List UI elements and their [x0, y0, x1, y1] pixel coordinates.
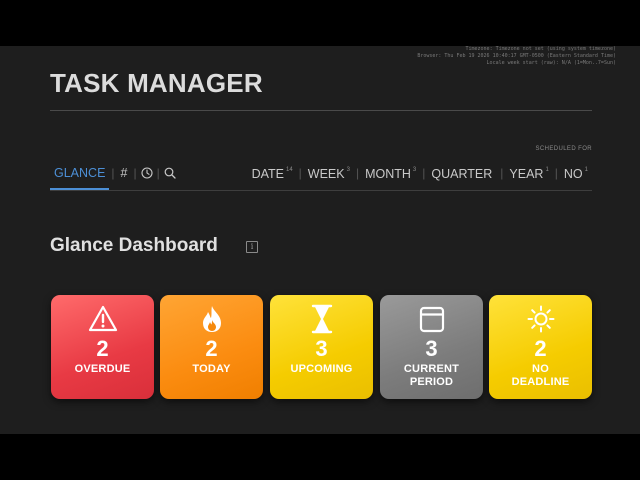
debug-line: Locale week start (raw): N/A (1=Mon..7=S… [486, 60, 616, 66]
summary-cards: 2 OVERDUE 2 TODAY 3 UPCOMING 3 CURRENT P… [51, 295, 593, 399]
current-period-label: CURRENT PERIOD [380, 363, 483, 389]
tab-date-count: 14 [285, 166, 293, 173]
tab-year-count: 1 [545, 166, 549, 173]
tab-no-count: 1 [584, 166, 588, 173]
current-period-card[interactable]: 3 CURRENT PERIOD [380, 295, 483, 399]
scheduled-for-label: SCHEDULED FOR [535, 146, 592, 152]
tab-month-count: 3 [412, 166, 417, 173]
tab-date-label: DATE [251, 167, 284, 182]
clock-icon[interactable] [139, 162, 155, 184]
tab-month-label: MONTH [365, 167, 411, 182]
tab-quarter[interactable]: QUARTER [427, 161, 498, 185]
debug-line: Browser: Thu Feb 19 2026 10:40:17 GMT-05… [417, 53, 616, 59]
nav-separator: | [422, 166, 426, 180]
tab-tags[interactable]: # [117, 162, 132, 184]
period-tabs: DATE 14 | WEEK 3 | MONTH 3 | QUARTER | YEAR… [248, 162, 592, 184]
today-count: 2 [205, 336, 218, 361]
tab-week-label: WEEK [307, 167, 345, 182]
nav-separator: | [156, 166, 160, 180]
nav-tabs: GLANCE | # | | [50, 162, 178, 190]
app-window: Timezone: Timezone not set (using system… [0, 46, 640, 434]
nav-separator: | [298, 166, 302, 180]
hourglass-icon [270, 304, 373, 334]
warning-icon [51, 304, 154, 334]
title-divider [50, 110, 592, 111]
no-deadline-count: 2 [534, 336, 547, 361]
upcoming-count: 3 [315, 336, 328, 361]
today-card[interactable]: 2 TODAY [160, 295, 263, 399]
info-icon[interactable]: i [246, 241, 258, 253]
tab-no-label: NO [563, 167, 583, 182]
tab-year-label: YEAR [509, 167, 544, 182]
nav-separator: | [111, 166, 115, 180]
upcoming-label: UPCOMING [290, 363, 353, 375]
nav-separator: | [500, 166, 504, 180]
current-period-label-line1: CURRENT [403, 363, 460, 375]
search-icon[interactable] [162, 162, 178, 184]
current-period-count: 3 [425, 336, 438, 361]
tab-no-deadline[interactable]: NO 1 [560, 161, 592, 185]
tab-date[interactable]: DATE 14 [248, 161, 297, 185]
today-label: TODAY [192, 363, 231, 375]
no-deadline-label-line1: NO [532, 363, 549, 375]
overdue-label: OVERDUE [74, 363, 131, 375]
debug-line: Timezone: Timezone not set (using system… [465, 46, 616, 52]
calendar-icon [380, 304, 483, 334]
tab-year[interactable]: YEAR 1 [505, 161, 552, 185]
nav-separator: | [133, 166, 137, 180]
overdue-count: 2 [96, 336, 109, 361]
no-deadline-label-line2: DEADLINE [511, 376, 570, 388]
tab-quarter-label: QUARTER [431, 167, 493, 182]
tab-glance[interactable]: GLANCE [50, 162, 110, 190]
dashboard-title: Glance Dashboard [50, 235, 218, 256]
upcoming-card[interactable]: 3 UPCOMING [270, 295, 373, 399]
tab-month[interactable]: MONTH 3 [361, 161, 420, 185]
nav-bar: GLANCE | # | | DATE 14 | WEEK 3 | MONTH … [50, 162, 592, 191]
nav-separator: | [355, 166, 360, 180]
debug-info: Timezone: Timezone not set (using system… [356, 46, 616, 67]
tab-week-count: 3 [346, 166, 350, 173]
page-title: TASK MANAGER [50, 68, 263, 98]
overdue-card[interactable]: 2 OVERDUE [51, 295, 154, 399]
nav-separator: | [554, 166, 558, 180]
tab-week[interactable]: WEEK 3 [304, 161, 354, 185]
no-deadline-card[interactable]: 2 NO DEADLINE [489, 295, 592, 399]
flame-icon [160, 304, 263, 334]
no-deadline-label: NO DEADLINE [489, 363, 592, 389]
current-period-label-line2: PERIOD [409, 376, 454, 388]
sun-icon [489, 304, 592, 334]
